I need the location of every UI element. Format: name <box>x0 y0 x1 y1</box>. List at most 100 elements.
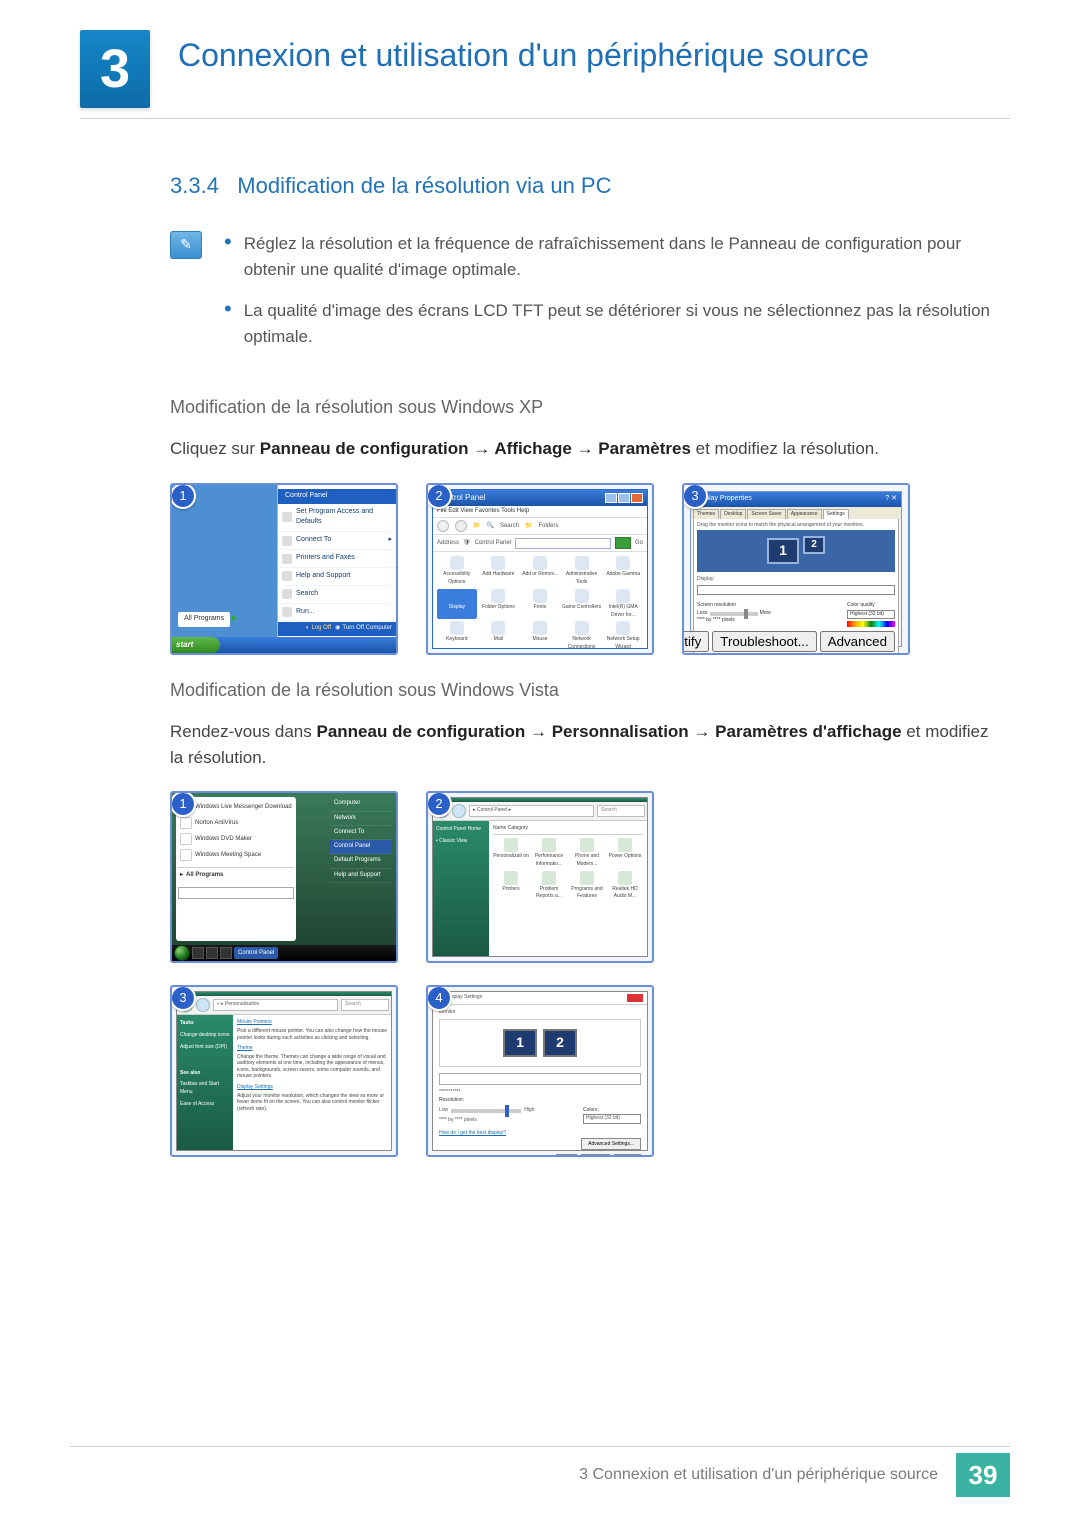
link-heading: Mouse Pointers <box>237 1019 387 1027</box>
cp-icon: Keyboard <box>437 621 477 652</box>
intel-gma-icon <box>616 589 630 603</box>
taskbar-icon <box>220 947 232 959</box>
label: Run... <box>296 607 315 618</box>
label: Norton AntiVirus <box>195 819 238 828</box>
chapter-number-badge: 3 <box>80 30 150 108</box>
taskbar-icon <box>206 947 218 959</box>
note-text: Réglez la résolution et la fréquence de … <box>244 231 990 284</box>
cp-icon: Programs and Features <box>569 871 605 902</box>
label: Screen resolution <box>697 602 771 610</box>
description-text: Change the theme. Themes can change a wi… <box>237 1054 387 1080</box>
chevron-right-icon: ▸ <box>388 535 392 546</box>
cp-icon: Folder Options <box>479 589 519 620</box>
vista-control-panel: ▸ Control Panel ▸ Search Control Panel H… <box>432 797 648 957</box>
label: Game Controllers <box>562 604 601 610</box>
side-link: Change desktop icons <box>180 1030 230 1042</box>
game-controllers-icon <box>575 589 589 603</box>
settings-row: Screen resolution Less More **** by ****… <box>697 598 895 631</box>
apply-button: Apply <box>614 1154 641 1157</box>
menu-item: Search <box>278 586 396 604</box>
breadcrumb: ▸ Control Panel ▸ <box>469 805 594 817</box>
label: Low <box>439 1107 448 1115</box>
cp-icon: Realtek HD Audio M... <box>607 871 643 902</box>
up-icon: 📁 <box>473 522 480 531</box>
realtek-audio-icon <box>618 871 632 885</box>
label: Less <box>697 610 708 618</box>
label: Phone and Modem... <box>575 853 599 867</box>
network-connections-icon <box>575 621 589 635</box>
help-icon <box>282 571 292 581</box>
monitor-preview: 1 2 <box>697 530 895 572</box>
cp-icon: Network Setup Wizard <box>603 621 643 652</box>
label: Administrative Tools <box>566 571 597 585</box>
fonts-icon <box>533 589 547 603</box>
monitor-2: 2 <box>543 1029 577 1057</box>
add-remove-icon <box>533 556 547 570</box>
hardware-icon <box>491 556 505 570</box>
cp-icon: Add Hardware <box>479 556 519 587</box>
page-content: 3.3.4 Modification de la résolution via … <box>80 169 1010 1157</box>
cp-icon: Accessibility Options <box>437 556 477 587</box>
display-dropdown <box>697 585 895 595</box>
label: Classic View <box>439 838 467 844</box>
start-right-panel: Computer Network Connect To Control Pane… <box>330 797 392 941</box>
cp-icon: Personalizati on <box>493 838 529 869</box>
mail-icon <box>491 621 505 635</box>
side-link: Taskbar and Start Menu <box>180 1079 230 1099</box>
label: Colors: <box>583 1107 641 1115</box>
arrow: → <box>530 722 552 741</box>
start-search-box <box>178 887 294 899</box>
menu-item: Computer <box>330 797 392 811</box>
menu-item: Connect To <box>330 826 392 840</box>
monitor-2: 2 <box>803 536 825 554</box>
note-icon: ✎ <box>170 231 202 259</box>
menu-item: Help and Support <box>330 869 392 883</box>
menu-item-selected: Control Panel <box>330 840 392 854</box>
display-label: Display: <box>697 576 895 584</box>
cp-icon: Intel(R) GMA Driver for... <box>603 589 643 620</box>
menu-item: Network <box>330 812 392 826</box>
label: Printers and Faxes <box>296 553 355 564</box>
label: Add or Remov... <box>522 571 558 577</box>
document-page: 3 Connexion et utilisation d'un périphér… <box>0 0 1080 1527</box>
step-badge: 3 <box>682 483 708 509</box>
footer-divider <box>70 1446 1010 1447</box>
resolution-slider <box>710 612 758 616</box>
vista-subheading: Modification de la résolution sous Windo… <box>170 677 990 705</box>
personalization-icon <box>504 838 518 852</box>
menu-item: Default Programs <box>330 854 392 868</box>
label: Printers <box>502 886 519 892</box>
menu-item: Help and Support <box>278 568 396 586</box>
cp-icon: Mail <box>479 621 519 652</box>
section-title: Modification de la résolution via un PC <box>237 173 611 198</box>
vista-thumb-3: 3 « ▸ Personalization Search Tasks Chang… <box>170 985 398 1157</box>
label: Add Hardware <box>482 571 514 577</box>
tab: Desktop <box>720 509 746 520</box>
control-panel-icon: 🛡 <box>463 539 471 548</box>
program-access-icon <box>282 512 292 522</box>
label: All Programs <box>178 612 230 627</box>
breadcrumb: « ▸ Personalization <box>213 999 338 1011</box>
section-number: 3.3.4 <box>170 173 219 198</box>
tab: Screen Saver <box>747 509 785 520</box>
color-col: Colors: Highest (32 bit) <box>583 1107 641 1125</box>
cp-icon: Game Controllers <box>562 589 602 620</box>
label: More <box>760 610 771 618</box>
dvd-maker-icon <box>180 833 192 845</box>
window-buttons <box>605 493 643 503</box>
monitor-select <box>439 1073 641 1085</box>
resolution-col: Resolution: Low High **** by **** pixels <box>439 1097 534 1125</box>
turnoff-button: ◉ Turn Off Computer <box>335 624 392 633</box>
label: Performance Informatio... <box>535 853 564 867</box>
color-dropdown: Highest (32 bit) <box>583 1114 641 1124</box>
troubleshoot-button: Troubleshoot... <box>712 631 816 652</box>
cp-icon: Administrative Tools <box>562 556 602 587</box>
address-field <box>515 538 611 549</box>
start-orb-icon <box>174 945 190 961</box>
label: Accessibility Options <box>443 571 470 585</box>
keyboard-icon <box>450 621 464 635</box>
vista-instruction: Rendez-vous dans Panneau de configuratio… <box>170 719 990 772</box>
color-col: Color quality Highest (32 bit) <box>847 602 895 627</box>
label: Adobe Gamma <box>606 571 640 577</box>
placeholder-line: *********** <box>439 1089 641 1097</box>
